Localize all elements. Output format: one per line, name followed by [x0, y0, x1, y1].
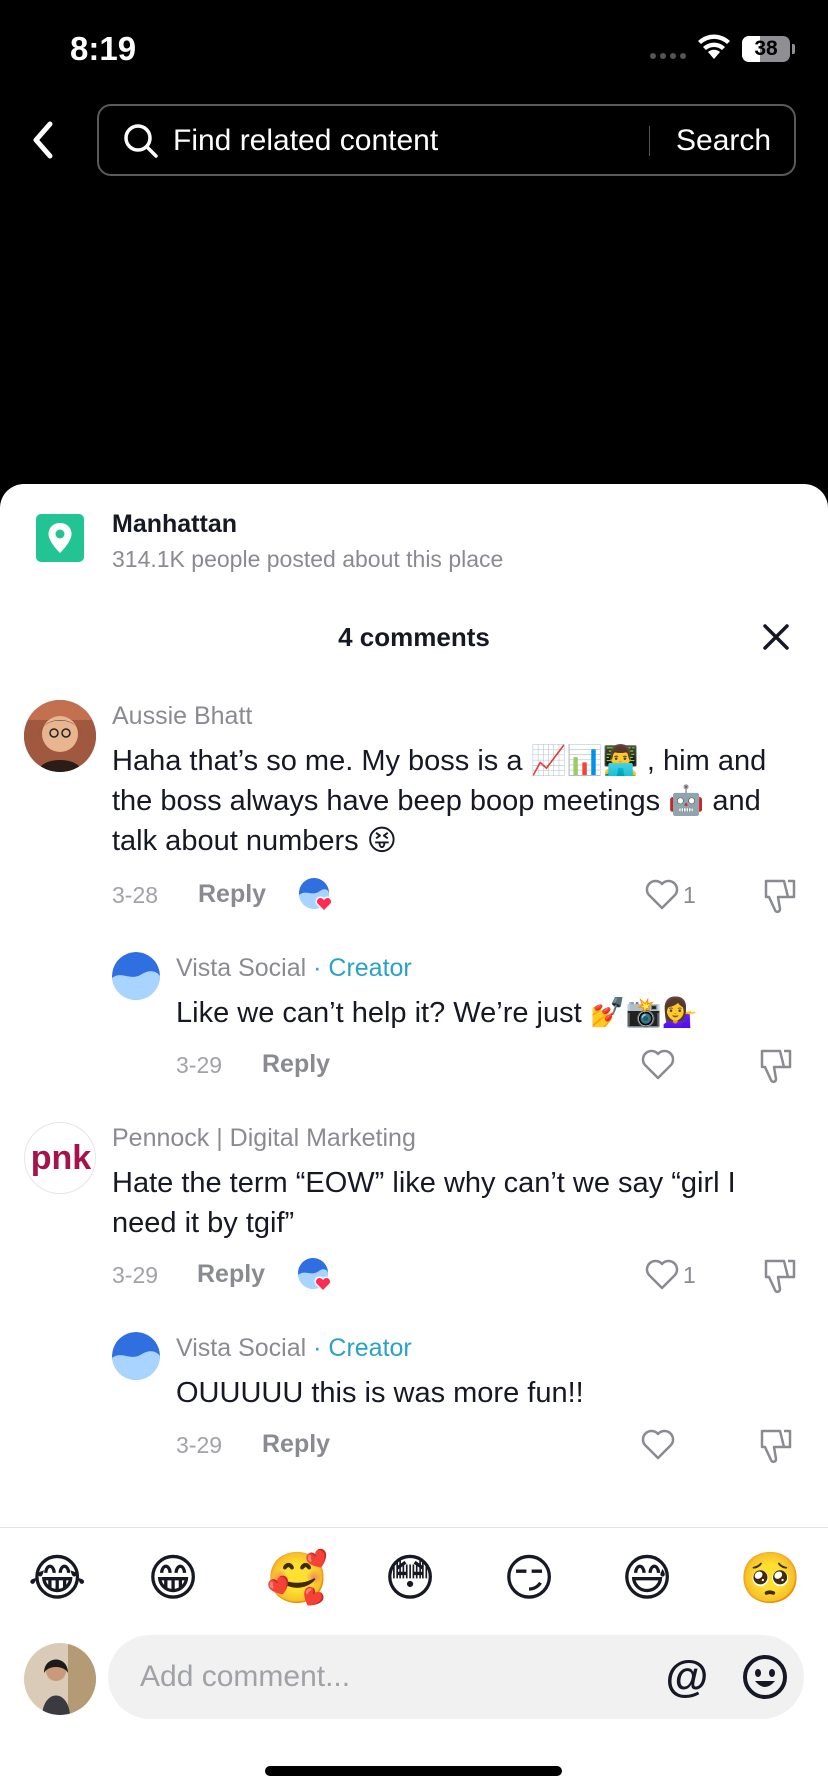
avatar[interactable] — [24, 700, 96, 772]
like-heart-icon[interactable] — [640, 1047, 676, 1081]
reply-username-text[interactable]: Vista Social — [176, 954, 306, 982]
avatar-logo-text: pnk — [31, 1139, 92, 1177]
location-pin-icon[interactable] — [36, 514, 84, 562]
reply-text: OUUUUU this is was more fun!! — [176, 1377, 584, 1409]
comment-date: 3-29 — [112, 1262, 159, 1288]
reply-button[interactable]: Reply — [262, 1430, 330, 1459]
comments-count-title: 4 comments — [338, 622, 490, 652]
comment-username[interactable]: Pennock | Digital Marketing — [112, 1124, 416, 1153]
comment-text: Hate the term “EOW” like why can’t we sa… — [112, 1167, 736, 1239]
comment-text: Haha that’s so me. My boss is a 📈📊👨‍💻 , … — [112, 745, 767, 857]
home-indicator[interactable] — [265, 1766, 562, 1776]
comment-date: 3-28 — [112, 882, 159, 908]
dislike-icon[interactable] — [758, 1047, 794, 1085]
creator-avatar[interactable] — [112, 952, 160, 1000]
mention-at-icon[interactable]: @ — [659, 1649, 715, 1705]
search-divider — [649, 126, 650, 156]
dislike-icon[interactable] — [762, 877, 798, 915]
reply-date: 3-29 — [176, 1432, 223, 1458]
close-icon[interactable] — [760, 621, 792, 653]
reply-date: 3-29 — [176, 1052, 223, 1078]
like-count: 1 — [683, 882, 696, 908]
quick-emoji-grin[interactable]: 😁 — [147, 1548, 199, 1608]
comment-input[interactable] — [140, 1651, 640, 1703]
quick-emoji-flushed[interactable]: 😳 — [384, 1548, 436, 1608]
creator-avatar[interactable] — [112, 1332, 160, 1380]
search-button[interactable]: Search — [676, 124, 771, 158]
reply-button[interactable]: Reply — [262, 1050, 330, 1079]
quick-emoji-love[interactable]: 🥰 — [266, 1548, 328, 1608]
comment-input-box[interactable]: @ — [108, 1635, 804, 1719]
like-heart-icon[interactable] — [644, 877, 680, 911]
emoji-bar-divider — [0, 1527, 828, 1528]
battery-icon: 38 — [742, 36, 790, 62]
status-time: 8:19 — [70, 30, 137, 67]
place-subtitle: 314.1K people posted about this place — [112, 546, 504, 572]
liked-by-creator-icon — [299, 878, 333, 913]
like-heart-icon[interactable] — [640, 1427, 676, 1461]
reply-username[interactable]: Vista Social · Creator — [176, 1334, 412, 1363]
like-count: 1 — [683, 1262, 696, 1288]
comment-username[interactable]: Aussie Bhatt — [112, 702, 252, 731]
creator-badge: · Creator — [313, 1334, 412, 1362]
search-bar[interactable]: Find related content Search — [97, 104, 796, 176]
reply-button[interactable]: Reply — [198, 880, 266, 909]
liked-by-creator-icon — [298, 1258, 332, 1293]
back-arrow-icon[interactable] — [24, 114, 64, 166]
reply-username-text[interactable]: Vista Social — [176, 1334, 306, 1362]
creator-badge: · Creator — [313, 954, 412, 982]
quick-emoji-pleading[interactable]: 🥺 — [739, 1548, 801, 1608]
like-heart-icon[interactable] — [644, 1257, 680, 1291]
battery-percent: 38 — [754, 37, 778, 60]
svg-text:@: @ — [666, 1652, 709, 1701]
emoji-picker-icon[interactable] — [737, 1649, 793, 1705]
wifi-icon — [698, 34, 730, 59]
reply-text: Like we can’t help it? We’re just 💅📸💁‍♀️ — [176, 997, 699, 1029]
my-avatar[interactable] — [24, 1643, 96, 1715]
reply-button[interactable]: Reply — [197, 1260, 265, 1289]
dislike-icon[interactable] — [762, 1257, 798, 1295]
dislike-icon[interactable] — [758, 1427, 794, 1465]
place-name[interactable]: Manhattan — [112, 510, 237, 539]
quick-emoji-smirk[interactable]: 😏 — [503, 1548, 555, 1608]
search-input[interactable]: Find related content — [173, 124, 438, 158]
search-icon — [124, 124, 158, 158]
quick-emoji-laugh[interactable]: 😂 — [28, 1548, 86, 1608]
cellular-signal-icon — [650, 53, 686, 59]
status-bar: 8:19 38 — [0, 0, 828, 100]
quick-emoji-sweat[interactable]: 😅 — [621, 1548, 673, 1608]
reply-username[interactable]: Vista Social · Creator — [176, 954, 412, 983]
avatar[interactable]: pnk — [24, 1122, 96, 1194]
